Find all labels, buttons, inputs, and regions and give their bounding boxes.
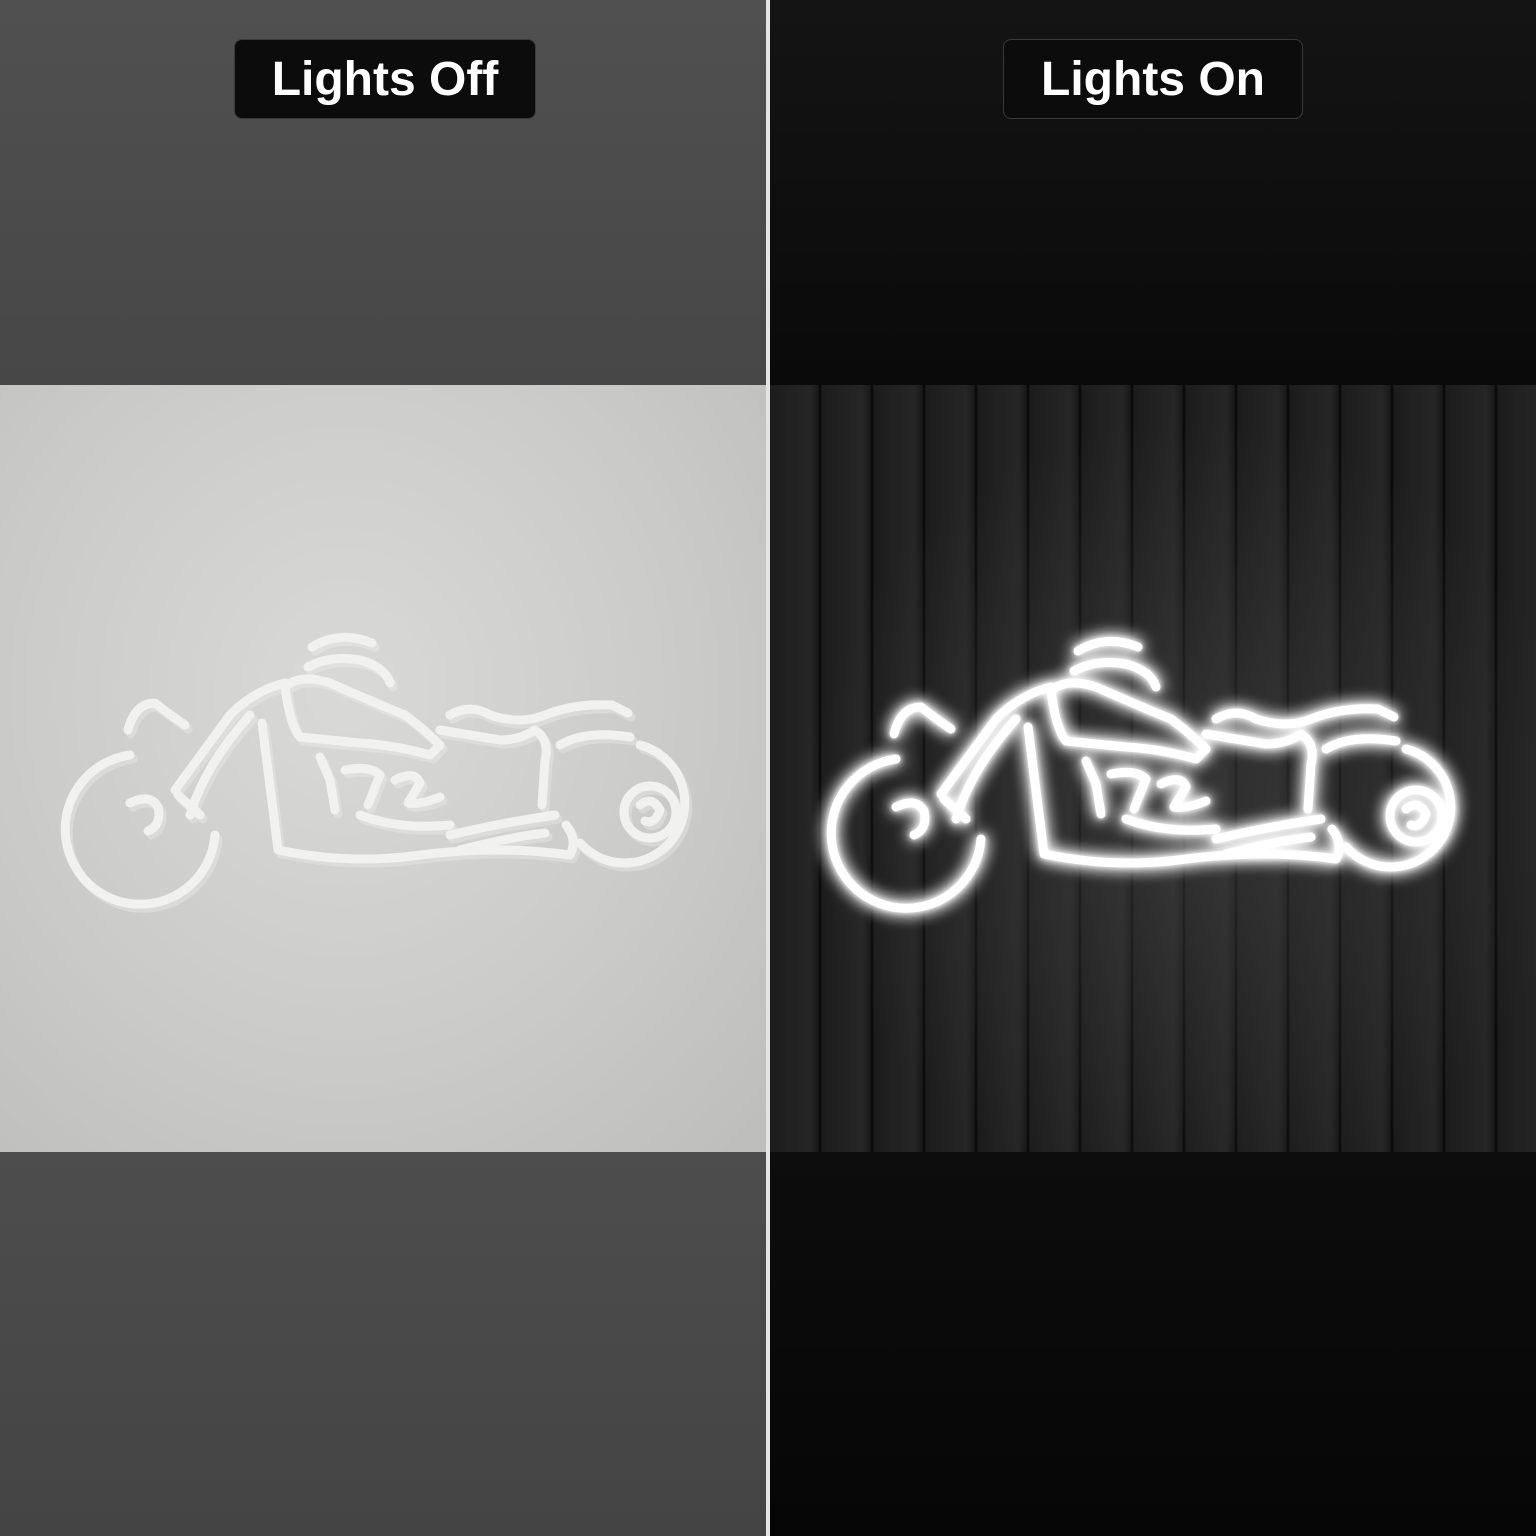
bottom-band [0, 1152, 766, 1536]
wall-photo-on [770, 385, 1536, 1152]
lights-on-label: Lights On [1003, 39, 1303, 119]
motorcycle-neon-sign-on [826, 636, 1456, 913]
motorcycle-neon-sign-off [60, 632, 766, 1152]
lights-off-label: Lights Off [234, 39, 536, 119]
lights-off-panel: Lights Off [0, 0, 766, 1536]
motorcycle-neon-tube-lit [826, 636, 1456, 913]
lights-on-panel: Lights On [770, 0, 1536, 1536]
lights-comparison: Lights Off Lights On [0, 0, 1536, 1536]
bottom-band [770, 1152, 1536, 1536]
wall-photo-off [0, 385, 766, 1152]
